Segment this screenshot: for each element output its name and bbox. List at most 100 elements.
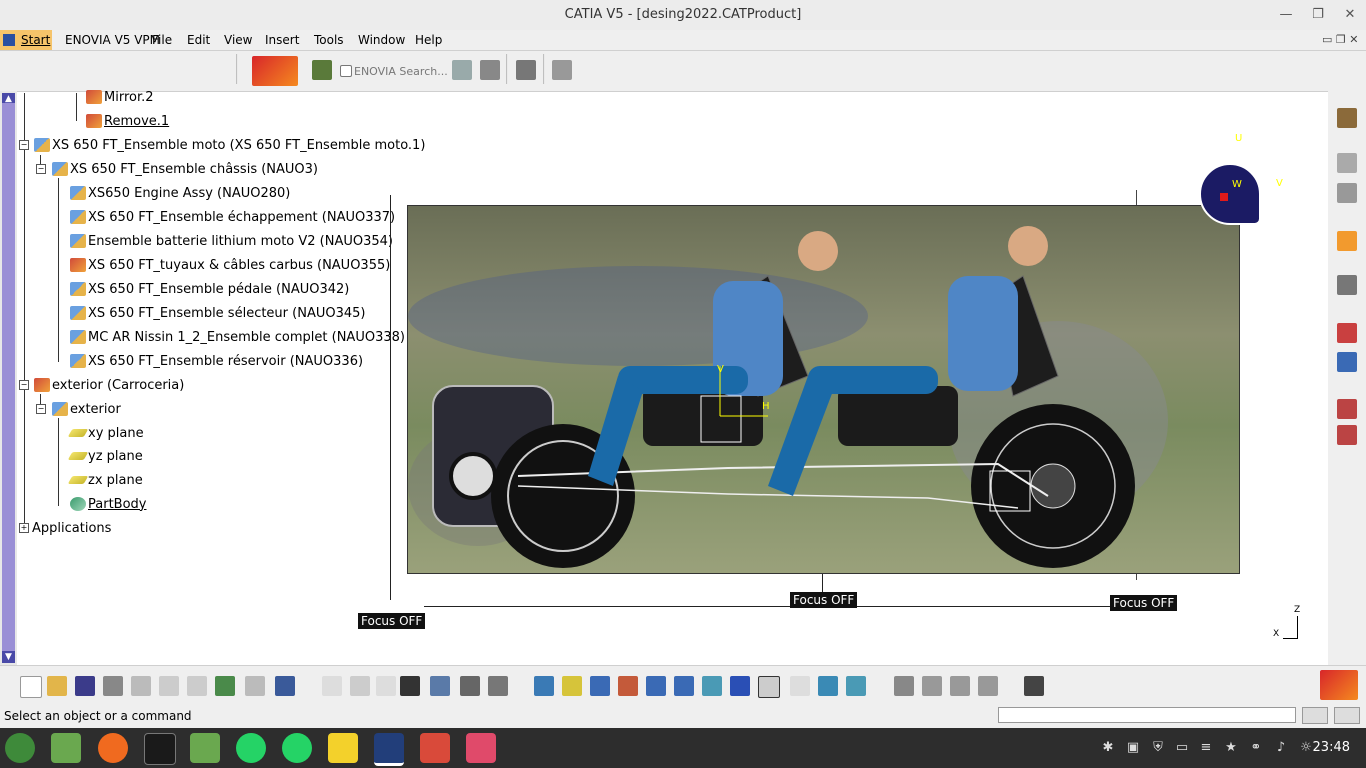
enovia-navigate-icon[interactable] [312, 60, 332, 80]
lock-icon[interactable] [460, 676, 480, 696]
tree-item-engine[interactable]: XS650 Engine Assy (NAUO280) [70, 183, 290, 203]
menu-tools[interactable]: Tools [314, 33, 344, 47]
comment-icon[interactable] [350, 676, 370, 696]
menu-window[interactable]: Window [358, 33, 405, 47]
annotation-icon[interactable] [1337, 399, 1357, 419]
redo-icon[interactable] [245, 676, 265, 696]
help-icon[interactable] [275, 676, 295, 696]
manipulate-icon[interactable] [1337, 275, 1357, 295]
swap-visible-icon[interactable] [818, 676, 838, 696]
drive-icon[interactable]: ▭ [1174, 740, 1190, 756]
menu-file[interactable]: File [152, 33, 172, 47]
compass[interactable]: W [1199, 163, 1261, 225]
clipboard-icon[interactable]: ▣ [1125, 740, 1141, 756]
tree-item-partbody[interactable]: PartBody [70, 494, 146, 514]
scrollbar-thumb[interactable] [2, 103, 15, 651]
workbench-icon[interactable] [1337, 108, 1357, 128]
cut-icon[interactable] [131, 676, 151, 696]
tree-scrollbar[interactable]: ▲ ▼ [0, 91, 17, 665]
clock[interactable]: 23:48 [1313, 740, 1350, 755]
expand-icon[interactable]: + [19, 523, 29, 533]
save-management-icon[interactable] [480, 60, 500, 80]
image-viewer-icon[interactable] [466, 733, 496, 763]
tree-icon[interactable] [430, 676, 450, 696]
tree-item-pedal[interactable]: XS 650 FT_Ensemble pédale (NAUO342) [70, 279, 349, 299]
select-icon[interactable] [1337, 231, 1357, 251]
menu-view[interactable]: View [224, 33, 252, 47]
focus-off-label[interactable]: Focus OFF [1110, 595, 1178, 611]
table-icon[interactable] [400, 676, 420, 696]
menu-start[interactable]: Start [0, 30, 52, 50]
focus-off-label[interactable]: Focus OFF [358, 613, 426, 629]
notes-icon[interactable] [328, 733, 358, 763]
menu-edit[interactable]: Edit [187, 33, 210, 47]
whatsapp-icon[interactable] [282, 733, 312, 763]
undo-icon[interactable] [215, 676, 235, 696]
camera-icon[interactable] [1024, 676, 1044, 696]
tree-item-cables[interactable]: XS 650 FT_tuyaux & câbles carbus (NAUO35… [70, 255, 390, 275]
product-structure-icon[interactable] [1337, 183, 1357, 203]
tree-item-nissin[interactable]: MC AR Nissin 1_2_Ensemble complet (NAUO3… [70, 327, 405, 347]
render-style-icon[interactable] [846, 676, 866, 696]
collapse-icon[interactable]: − [19, 140, 29, 150]
maximize-button[interactable]: ❐ [1310, 7, 1326, 23]
update-icon[interactable] [922, 676, 942, 696]
enovia-logo-icon[interactable] [252, 56, 298, 86]
tree-item-root-product[interactable]: XS 650 FT_Ensemble moto (XS 650 FT_Ensem… [34, 135, 425, 155]
whatsapp-icon[interactable] [236, 733, 266, 763]
close-button[interactable]: ✕ [1342, 7, 1358, 23]
tree-expand-icon[interactable] [452, 60, 472, 80]
measure-icon[interactable] [1337, 323, 1357, 343]
command-button[interactable] [1302, 707, 1328, 724]
transfer-icon[interactable] [488, 676, 508, 696]
minimize-button[interactable]: — [1278, 7, 1294, 23]
save-icon[interactable] [75, 676, 95, 696]
vpm-tools-icon[interactable] [516, 60, 536, 80]
show-desktop-icon[interactable] [51, 733, 81, 763]
replace-icon[interactable] [978, 676, 998, 696]
new-icon[interactable] [20, 676, 42, 698]
multi-view-icon[interactable] [730, 676, 750, 696]
paste-icon[interactable] [187, 676, 207, 696]
tree-item-applications[interactable]: Applications [32, 518, 111, 538]
catalog-icon[interactable] [1337, 153, 1357, 173]
components-icon[interactable] [950, 676, 970, 696]
open-icon[interactable] [47, 676, 67, 696]
tree-item-exterior[interactable]: exterior [52, 399, 121, 419]
normal-view-icon[interactable] [702, 676, 722, 696]
mint-menu-icon[interactable] [5, 733, 35, 763]
tree-item-yz-plane[interactable]: yz plane [67, 446, 143, 466]
catia-task-icon[interactable] [374, 733, 404, 766]
shield-icon[interactable]: ⛨ [1150, 740, 1166, 756]
3d-viewport[interactable]: V H [407, 205, 1240, 574]
knowledge-icon[interactable] [376, 676, 396, 696]
enovia-search-label[interactable]: ENOVIA Search... [354, 65, 448, 78]
bluetooth-icon[interactable]: ✱ [1100, 740, 1116, 756]
volume-icon[interactable]: ♪ [1273, 740, 1289, 756]
analysis-icon[interactable] [1337, 352, 1357, 372]
tree-item-tank[interactable]: XS 650 FT_Ensemble réservoir (NAUO336) [70, 351, 363, 371]
terminal-icon[interactable] [144, 733, 176, 765]
model-render[interactable] [408, 206, 1239, 573]
zoom-in-icon[interactable] [646, 676, 666, 696]
constraint-icon[interactable] [894, 676, 914, 696]
pan-icon[interactable] [590, 676, 610, 696]
fly-icon[interactable] [534, 676, 554, 696]
files-icon[interactable] [190, 733, 220, 763]
tree-item-remove[interactable]: Remove.1 [86, 111, 169, 131]
tree-item-xy-plane[interactable]: xy plane [67, 423, 144, 443]
collapse-icon[interactable]: − [36, 164, 46, 174]
firefox-icon[interactable] [98, 733, 128, 763]
tree-item-exhaust[interactable]: XS 650 FT_Ensemble échappement (NAUO337) [70, 207, 395, 227]
command-button[interactable] [1334, 707, 1360, 724]
copy-icon[interactable] [159, 676, 179, 696]
tree-item-battery[interactable]: Ensemble batterie lithium moto V2 (NAUO3… [70, 231, 393, 251]
snapshot-icon[interactable] [1337, 425, 1357, 445]
tree-item-chassis[interactable]: XS 650 FT_Ensemble châssis (NAUO3) [52, 159, 318, 179]
collapse-icon[interactable]: − [36, 404, 46, 414]
hide-show-icon[interactable] [790, 676, 810, 696]
rotate-icon[interactable] [618, 676, 638, 696]
menu-help[interactable]: Help [415, 33, 442, 47]
menu-insert[interactable]: Insert [265, 33, 299, 47]
tree-item-selector[interactable]: XS 650 FT_Ensemble sélecteur (NAUO345) [70, 303, 365, 323]
